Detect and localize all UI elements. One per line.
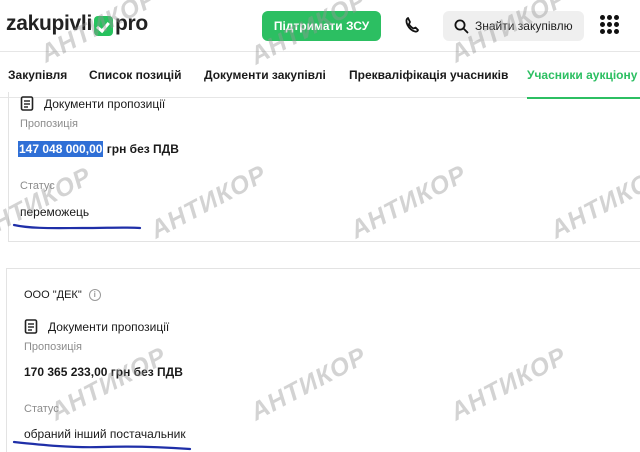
offer-amount-suffix: грн без ПДВ <box>103 142 179 156</box>
offer-label: Пропозиція <box>20 118 78 130</box>
bid-documents-link[interactable]: Документи пропозиції <box>20 96 165 111</box>
offer-amount: 147 048 000,00 грн без ПДВ <box>18 141 179 157</box>
documents-label: Документи пропозиції <box>44 96 166 111</box>
document-icon <box>20 96 34 111</box>
documents-label: Документи пропозиції <box>48 319 170 334</box>
info-icon[interactable]: i <box>88 289 101 301</box>
offer-amount-number: 147 048 000,00 <box>18 141 104 157</box>
company-name: ООО "ДЕК" i <box>24 289 101 301</box>
company-name-text: ООО "ДЕК" <box>24 289 82 301</box>
bid-documents-link[interactable]: Документи пропозиції <box>24 319 169 334</box>
offer-label: Пропозиція <box>24 341 82 353</box>
underline-scribble <box>12 440 192 451</box>
document-icon <box>24 319 38 334</box>
phone-icon[interactable] <box>402 15 422 35</box>
apps-grid-icon[interactable] <box>600 15 619 34</box>
tab-bar: Закупівля Список позицій Документи закуп… <box>0 51 640 99</box>
